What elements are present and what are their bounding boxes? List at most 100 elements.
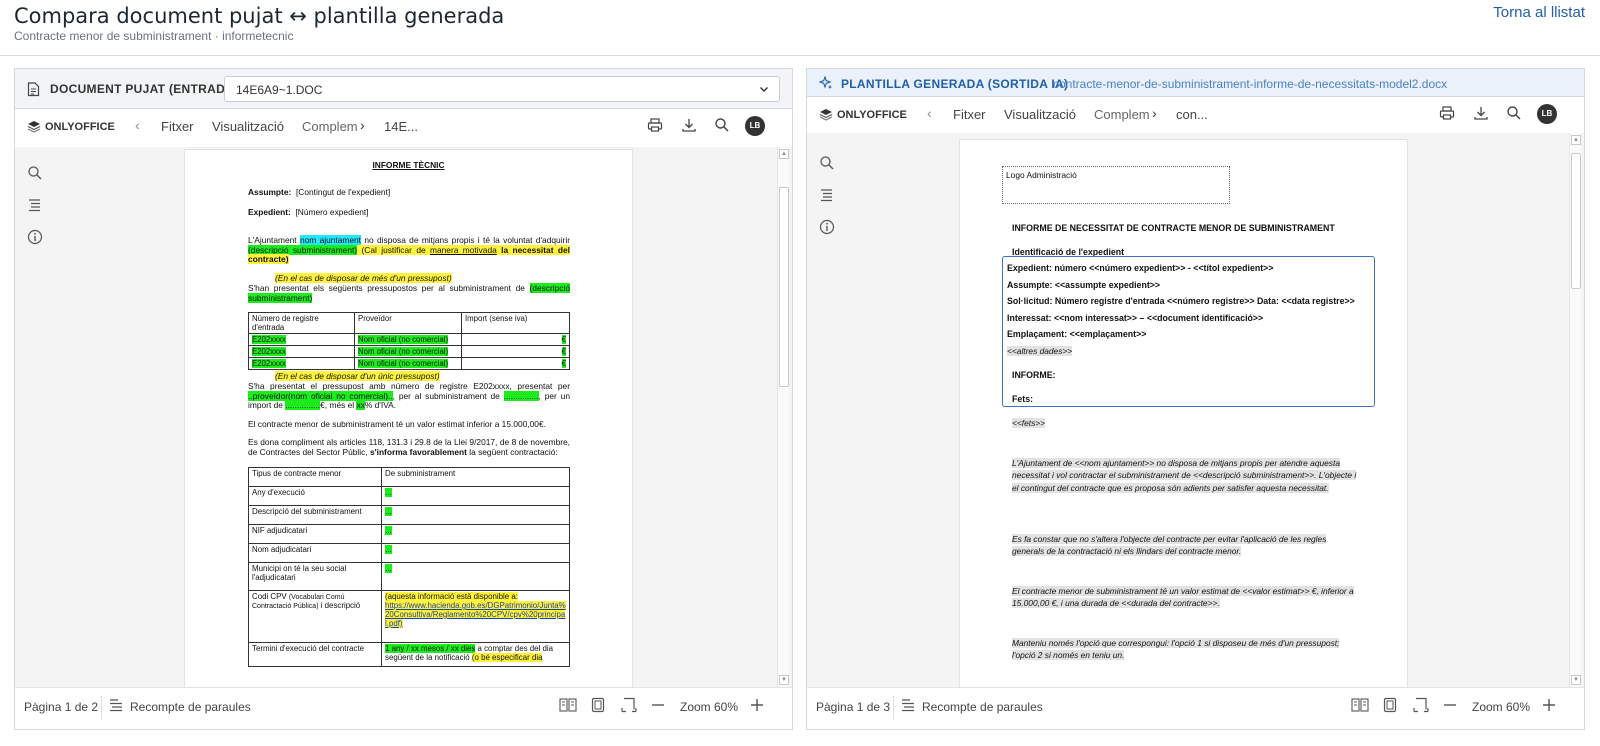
onlyoffice-logo: ONLYOFFICE <box>819 108 907 121</box>
multi-page-icon[interactable] <box>1351 697 1369 713</box>
download-icon[interactable] <box>1473 105 1489 121</box>
file-select[interactable]: 14E6A9~1.DOC <box>224 76 780 102</box>
back-to-list-link[interactable]: Torna al llistat <box>1493 4 1585 21</box>
scroll-thumb[interactable] <box>779 187 789 387</box>
zoom-out-icon[interactable] <box>651 697 665 713</box>
table-row: Termini d'execució del contracte 1 any / … <box>248 642 570 667</box>
table-row: E202xxxx Nom oficial (no comercial) € <box>248 333 570 346</box>
menu-file[interactable]: Fitxer <box>161 119 194 134</box>
zoom-in-icon[interactable] <box>1542 697 1556 713</box>
sparkles-icon <box>819 76 832 89</box>
doc-paragraph: Manteniu només l'opció que correspongui:… <box>1012 638 1340 661</box>
field-sollicitud: Sol·licitud: Número registre d'entrada <… <box>1007 296 1355 306</box>
fit-page-icon[interactable] <box>591 697 605 713</box>
print-icon[interactable] <box>1439 105 1455 121</box>
page-indicator: Pàgina 1 de 2 <box>24 700 99 714</box>
file-name: contracte-menor-de-subministrament-infor… <box>1053 77 1448 91</box>
panel-header: PLANTILLA GENERADA (SORTIDA IA) contract… <box>807 69 1584 97</box>
scroll-left-icon[interactable]: ‹ <box>135 117 140 133</box>
word-count-icon[interactable] <box>901 698 915 712</box>
search-icon[interactable] <box>1506 105 1522 121</box>
field-altres-dades: <<altres dades>> <box>1007 346 1073 356</box>
panel-header: DOCUMENT PUJAT (ENTRADA) 14E6A9~1.DOC <box>15 69 792 109</box>
word-count-button[interactable]: Recompte de paraules <box>130 700 251 714</box>
search-icon[interactable] <box>819 155 835 171</box>
quotes-table: Número de registre d'entrada Proveïdor Imp… <box>248 312 570 370</box>
doc-paragraph: Es dona compliment als articles 118, 131… <box>248 437 570 457</box>
page-title: Compara document pujat ↔ plantilla gener… <box>14 4 505 28</box>
doc-section-title: INFORME: <box>1012 370 1056 380</box>
scroll-left-icon[interactable]: ‹ <box>927 105 932 121</box>
chevron-down-icon <box>760 87 768 92</box>
scroll-right-icon[interactable]: › <box>360 117 365 133</box>
menu-plugins[interactable]: Complem <box>302 119 358 134</box>
document-title: 14E... <box>384 119 418 134</box>
layers-icon <box>819 109 833 121</box>
table-row: Nom adjudicatari... <box>248 543 570 563</box>
menu-file[interactable]: Fitxer <box>953 107 986 122</box>
zoom-in-icon[interactable] <box>750 697 764 713</box>
editor-toolbar: ONLYOFFICE ‹ Fitxer Visualització Comple… <box>15 111 792 141</box>
zoom-level[interactable]: Zoom 60% <box>1472 700 1530 714</box>
multi-page-icon[interactable] <box>559 697 577 713</box>
placeholder-fets: <<fets>> <box>1012 418 1046 428</box>
menu-view[interactable]: Visualització <box>1004 107 1076 122</box>
search-icon[interactable] <box>714 117 730 133</box>
word-count-icon[interactable] <box>109 698 123 712</box>
doc-paragraph: El contracte menor de subministrament té… <box>1012 586 1354 609</box>
zoom-out-icon[interactable] <box>1443 697 1457 713</box>
table-row: E202xxxx Nom oficial (no comercial) € <box>248 357 570 370</box>
doc-paragraph: Es fa constar que no s'altera l'objecte … <box>1012 534 1327 557</box>
zoom-level[interactable]: Zoom 60% <box>680 700 738 714</box>
editor-toolbar: ONLYOFFICE ‹ Fitxer Visualització Comple… <box>807 99 1584 129</box>
table-row: Descripció del subministrament... <box>248 505 570 525</box>
table-row: Codi CPV (Vocabulari Comú Contractació P… <box>248 590 570 643</box>
table-row: Tipus de contracte menor De subministrame… <box>248 467 570 487</box>
fit-width-icon[interactable] <box>621 697 637 713</box>
menu-view[interactable]: Visualització <box>212 119 284 134</box>
vertical-scrollbar[interactable]: ▲ ▼ <box>1569 133 1581 687</box>
print-icon[interactable] <box>647 117 663 133</box>
user-avatar[interactable]: LB <box>745 116 765 136</box>
doc-assumpte: Assumpte: [Contingut de l'expedient] <box>248 187 391 197</box>
table-row: E202xxxx Nom oficial (no comercial) € <box>248 345 570 358</box>
page-subtitle: Contracte menor de subministrament · inf… <box>14 29 294 43</box>
file-select-value: 14E6A9~1.DOC <box>236 83 323 97</box>
table-row: Municipi on té la seu social l'adjudicat… <box>248 562 570 591</box>
contract-table: Tipus de contracte menor De subministrame… <box>248 467 570 667</box>
table-row: Any d'execució... <box>248 486 570 506</box>
logo-placeholder: Logo Administració <box>1002 166 1230 204</box>
headings-icon[interactable] <box>27 197 43 213</box>
word-count-button[interactable]: Recompte de paraules <box>922 700 1043 714</box>
scroll-right-icon[interactable]: › <box>1152 105 1157 121</box>
scroll-down-icon[interactable]: ▼ <box>779 675 789 685</box>
doc-paragraph: L'Ajuntament nom ajuntament no disposa d… <box>248 235 570 265</box>
doc-heading: INFORME TÈCNIC <box>372 160 445 170</box>
vertical-scrollbar[interactable]: ▲ ▼ <box>777 147 789 687</box>
scroll-down-icon[interactable]: ▼ <box>1571 675 1581 685</box>
uploaded-document-panel: DOCUMENT PUJAT (ENTRADA) 14E6A9~1.DOC ON… <box>14 68 793 730</box>
scroll-thumb[interactable] <box>1571 153 1581 289</box>
doc-paragraph: S'ha presentat el pressupost amb número … <box>248 381 570 411</box>
fit-width-icon[interactable] <box>1413 697 1429 713</box>
headings-icon[interactable] <box>819 187 835 203</box>
field-interessat: Interessat: <<nom interessat>> – <<docum… <box>1007 313 1264 323</box>
document-page: Logo Administració INFORME DE NECESSITAT… <box>959 139 1408 687</box>
document-viewer: Logo Administració INFORME DE NECESSITAT… <box>807 133 1584 687</box>
status-bar: Pàgina 1 de 3 Recompte de paraules Zoom … <box>807 687 1584 729</box>
info-icon[interactable] <box>819 219 835 235</box>
doc-heading: INFORME DE NECESSITAT DE CONTRACTE MENOR… <box>1012 223 1335 233</box>
page-indicator: Pàgina 1 de 3 <box>816 700 891 714</box>
scroll-up-icon[interactable]: ▲ <box>1571 135 1581 145</box>
status-bar: Pàgina 1 de 2 Recompte de paraules Zoom … <box>15 687 792 729</box>
download-icon[interactable] <box>681 117 697 133</box>
doc-paragraph: S'han presentat els següents pressuposto… <box>248 283 570 303</box>
document-page: INFORME TÈCNIC Assumpte: [Contingut de l… <box>184 149 633 687</box>
layers-icon <box>27 121 41 133</box>
user-avatar[interactable]: LB <box>1537 104 1557 124</box>
fit-page-icon[interactable] <box>1383 697 1397 713</box>
info-icon[interactable] <box>27 229 43 245</box>
menu-plugins[interactable]: Complem <box>1094 107 1150 122</box>
scroll-up-icon[interactable]: ▲ <box>779 149 789 159</box>
search-icon[interactable] <box>27 165 43 181</box>
